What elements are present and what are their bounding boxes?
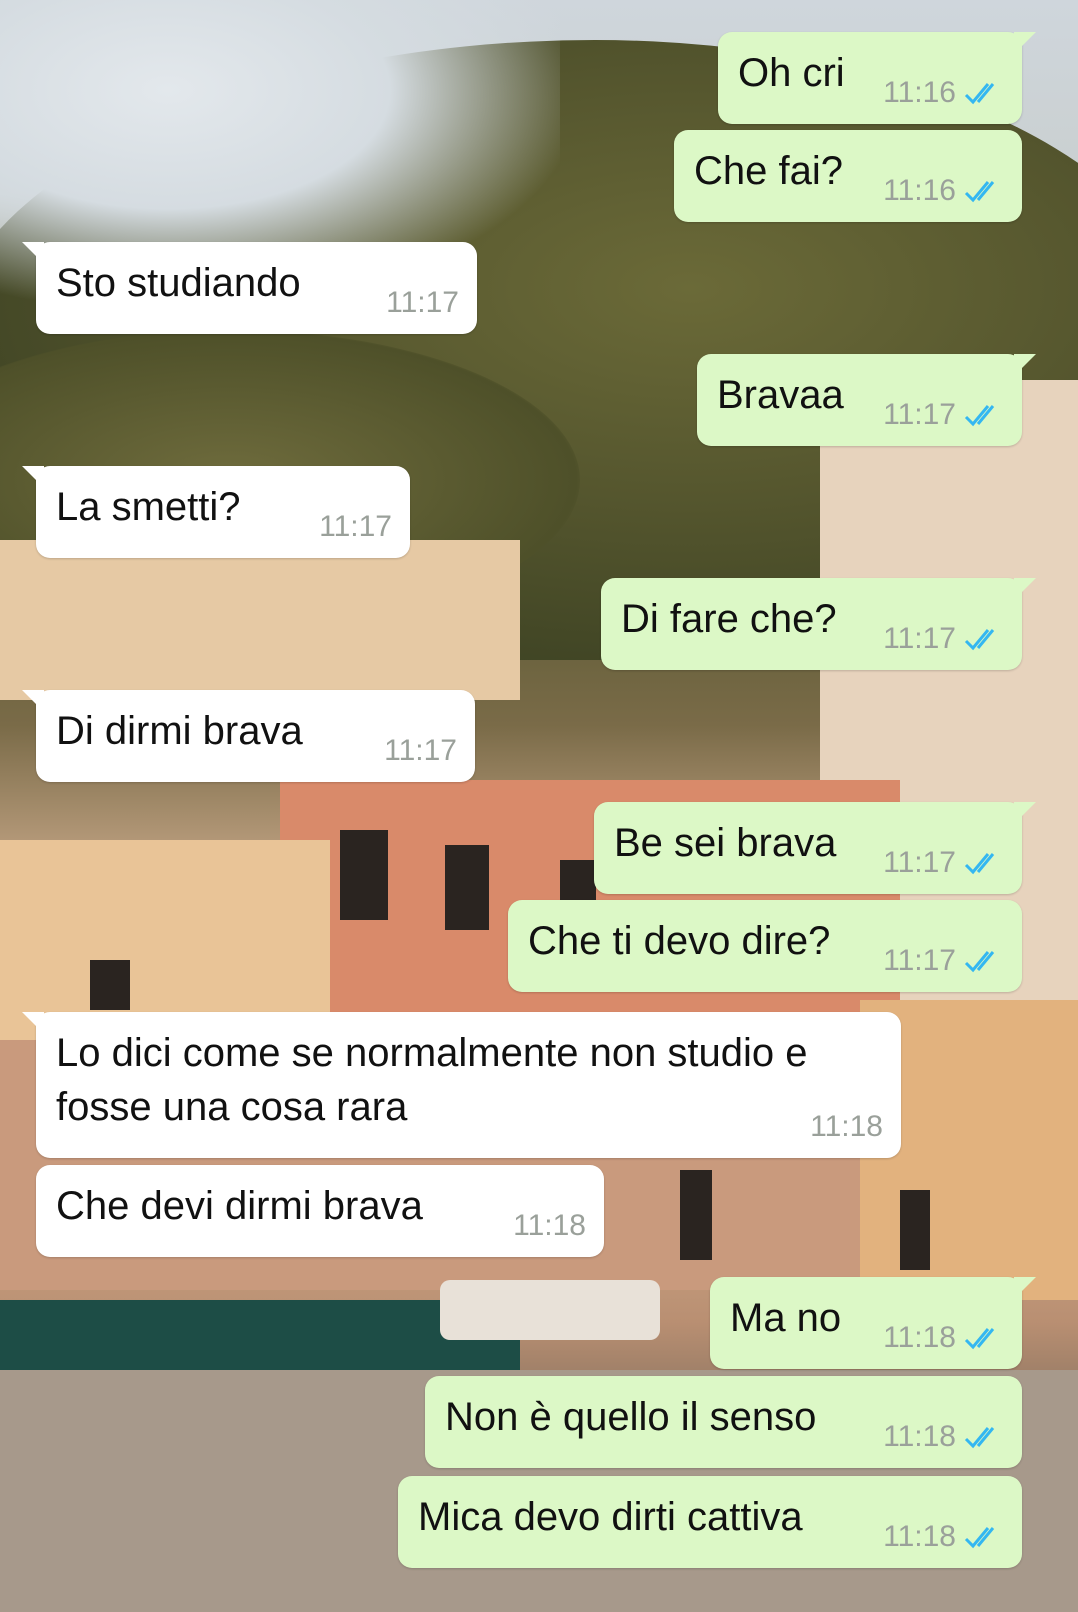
message-bubble-outgoing[interactable]: Che ti devo dire? 11:17 — [508, 900, 1022, 992]
message-time: 11:18 — [883, 1321, 956, 1354]
message-bubble-incoming[interactable]: La smetti? 11:17 — [22, 466, 410, 558]
message-text: Non è quello il senso — [445, 1395, 817, 1439]
double-check-icon — [964, 629, 995, 651]
message-time: 11:17 — [883, 398, 956, 431]
message-text: Che fai? — [694, 149, 843, 193]
message-text: Be sei brava — [614, 821, 837, 865]
message-time: 11:18 — [513, 1209, 586, 1242]
message-text: La smetti? — [56, 485, 241, 529]
message-time: 11:17 — [386, 286, 459, 319]
message-bubble-outgoing[interactable]: Ma no 11:18 — [710, 1277, 1036, 1369]
double-check-icon — [964, 1328, 995, 1350]
message-bubble-outgoing[interactable]: Oh cri 11:16 — [718, 32, 1036, 124]
message-bubble-incoming[interactable]: Che devi dirmi brava 11:18 — [36, 1165, 604, 1257]
double-check-icon — [964, 181, 995, 203]
message-text: Sto studiando — [56, 261, 301, 305]
message-text: Che devi dirmi brava — [56, 1184, 423, 1228]
message-time: 11:17 — [319, 510, 392, 543]
message-text: Di fare che? — [621, 597, 837, 641]
message-bubble-outgoing[interactable]: Bravaa 11:17 — [697, 354, 1036, 446]
message-time: 11:17 — [384, 734, 457, 767]
message-text: Che ti devo dire? — [528, 919, 831, 963]
message-text: Bravaa — [717, 373, 844, 417]
message-bubble-outgoing[interactable]: Di fare che? 11:17 — [601, 578, 1036, 670]
message-bubble-outgoing[interactable]: Mica devo dirti cattiva 11:18 — [398, 1476, 1022, 1568]
message-text: Lo dici come se normalmente non studio e… — [56, 1031, 819, 1129]
message-bubble-outgoing[interactable]: Non è quello il senso 11:18 — [425, 1376, 1022, 1468]
double-check-icon — [964, 951, 995, 973]
double-check-icon — [964, 1527, 995, 1549]
message-bubble-outgoing[interactable]: Che fai? 11:16 — [674, 130, 1022, 222]
message-time: 11:18 — [810, 1110, 883, 1143]
message-text: Oh cri — [738, 51, 845, 95]
message-time: 11:18 — [883, 1420, 956, 1453]
message-bubble-incoming[interactable]: Lo dici come se normalmente non studio e… — [22, 1012, 901, 1158]
double-check-icon — [964, 1427, 995, 1449]
double-check-icon — [964, 853, 995, 875]
message-text: Ma no — [730, 1296, 842, 1340]
message-time: 11:17 — [883, 846, 956, 879]
message-time: 11:17 — [883, 622, 956, 655]
double-check-icon — [964, 83, 995, 105]
message-text: Di dirmi brava — [56, 709, 303, 753]
message-time: 11:16 — [883, 76, 956, 109]
message-bubble-incoming[interactable]: Sto studiando 11:17 — [22, 242, 477, 334]
message-time: 11:18 — [883, 1520, 956, 1553]
double-check-icon — [964, 405, 995, 427]
message-time: 11:16 — [883, 174, 956, 207]
message-time: 11:17 — [883, 944, 956, 977]
message-bubble-outgoing[interactable]: Be sei brava 11:17 — [594, 802, 1036, 894]
message-text: Mica devo dirti cattiva — [418, 1495, 803, 1539]
message-bubble-incoming[interactable]: Di dirmi brava 11:17 — [22, 690, 475, 782]
